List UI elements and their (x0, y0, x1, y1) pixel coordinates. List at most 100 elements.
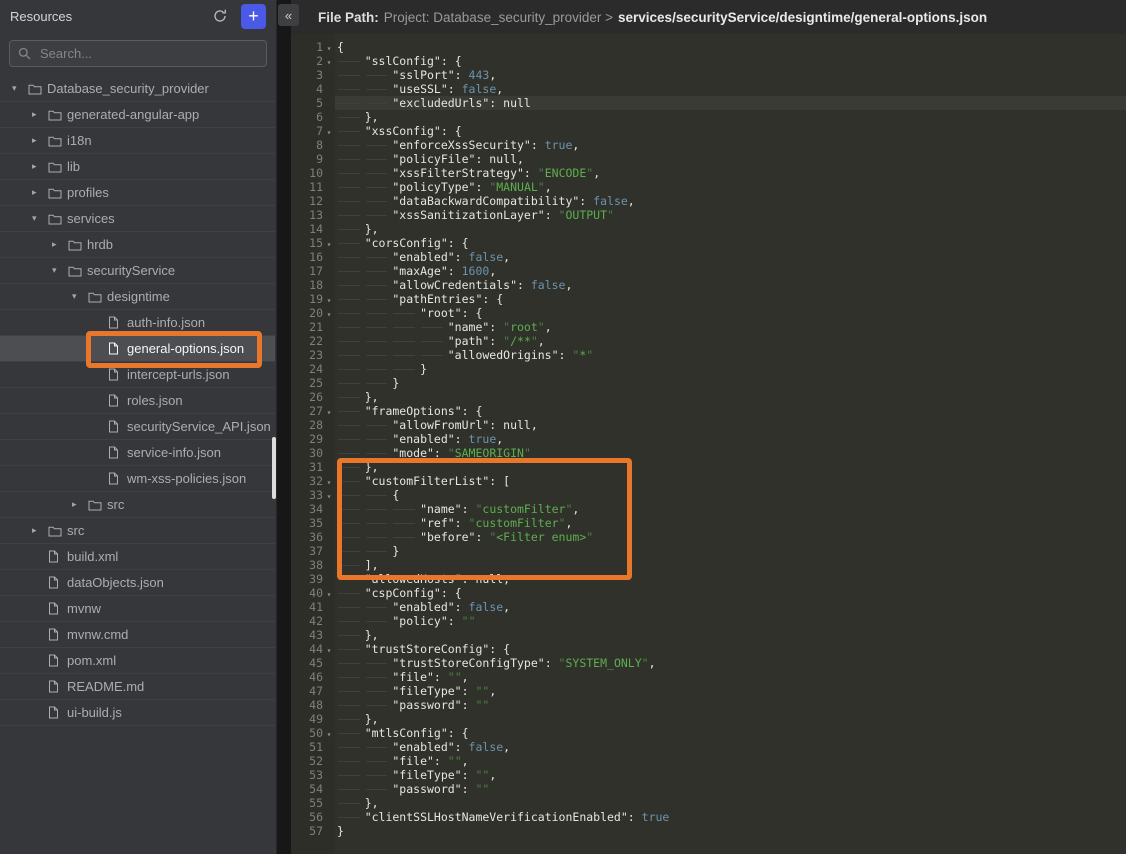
chevron-down-icon[interactable]: ▾ (72, 291, 88, 302)
tree-item-src[interactable]: ▸src (0, 492, 275, 518)
tree-item-mvnw[interactable]: mvnw (0, 596, 275, 622)
tree-item-dataobjects.json[interactable]: dataObjects.json (0, 570, 275, 596)
code-line-43[interactable]: }, (335, 628, 1126, 642)
search-input[interactable] (38, 45, 258, 62)
code-line-24[interactable]: } (335, 362, 1126, 376)
collapse-panel-button[interactable]: « (278, 4, 299, 26)
code-line-54[interactable]: "password": "" (335, 782, 1126, 796)
tree-item-auth-info.json[interactable]: auth-info.json (0, 310, 275, 336)
chevron-down-icon[interactable]: ▾ (12, 83, 28, 94)
tree-item-general-options.json[interactable]: general-options.json (0, 336, 275, 362)
code-line-25[interactable]: } (335, 376, 1126, 390)
code-line-21[interactable]: "name": "root", (335, 320, 1126, 334)
code-line-23[interactable]: "allowedOrigins": "*" (335, 348, 1126, 362)
tree-item-readme.md[interactable]: README.md (0, 674, 275, 700)
code-line-32[interactable]: "customFilterList": [ (335, 474, 1126, 488)
tree-item-designtime[interactable]: ▾designtime (0, 284, 275, 310)
tree-item-roles.json[interactable]: roles.json (0, 388, 275, 414)
code-line-17[interactable]: "maxAge": 1600, (335, 264, 1126, 278)
code-line-40[interactable]: "cspConfig": { (335, 586, 1126, 600)
code-line-45[interactable]: "trustStoreConfigType": "SYSTEM_ONLY", (335, 656, 1126, 670)
code-line-12[interactable]: "dataBackwardCompatibility": false, (335, 194, 1126, 208)
code-line-31[interactable]: }, (335, 460, 1126, 474)
code-line-15[interactable]: "corsConfig": { (335, 236, 1126, 250)
code-line-27[interactable]: "frameOptions": { (335, 404, 1126, 418)
code-line-47[interactable]: "fileType": "", (335, 684, 1126, 698)
tree-item-wm-xss-policies.json[interactable]: wm-xss-policies.json (0, 466, 275, 492)
code-line-19[interactable]: "pathEntries": { (335, 292, 1126, 306)
code-line-33[interactable]: { (335, 488, 1126, 502)
code-line-37[interactable]: } (335, 544, 1126, 558)
code-line-49[interactable]: }, (335, 712, 1126, 726)
code-line-48[interactable]: "password": "" (335, 698, 1126, 712)
tree-item-service-info.json[interactable]: service-info.json (0, 440, 275, 466)
code-line-36[interactable]: "before": "<Filter enum>" (335, 530, 1126, 544)
tree-item-securityservice[interactable]: ▾securityService (0, 258, 275, 284)
code-line-11[interactable]: "policyType": "MANUAL", (335, 180, 1126, 194)
code-line-44[interactable]: "trustStoreConfig": { (335, 642, 1126, 656)
tree-item-profiles[interactable]: ▸profiles (0, 180, 275, 206)
tree-item-lib[interactable]: ▸lib (0, 154, 275, 180)
tree-item-database-security-provider[interactable]: ▾Database_security_provider (0, 76, 275, 102)
tree-item-pom.xml[interactable]: pom.xml (0, 648, 275, 674)
code-line-50[interactable]: "mtlsConfig": { (335, 726, 1126, 740)
tree-item-services[interactable]: ▾services (0, 206, 275, 232)
code-line-22[interactable]: "path": "/**", (335, 334, 1126, 348)
code-line-2[interactable]: "sslConfig": { (335, 54, 1126, 68)
code-line-30[interactable]: "mode": "SAMEORIGIN" (335, 446, 1126, 460)
tree-item-i18n[interactable]: ▸i18n (0, 128, 275, 154)
code-line-1[interactable]: { (335, 40, 1126, 54)
code-line-41[interactable]: "enabled": false, (335, 600, 1126, 614)
code-line-56[interactable]: "clientSSLHostNameVerificationEnabled": … (335, 810, 1126, 824)
code-line-34[interactable]: "name": "customFilter", (335, 502, 1126, 516)
refresh-button[interactable] (208, 4, 232, 28)
code-line-7[interactable]: "xssConfig": { (335, 124, 1126, 138)
code-line-10[interactable]: "xssFilterStrategy": "ENCODE", (335, 166, 1126, 180)
code-line-42[interactable]: "policy": "" (335, 614, 1126, 628)
code-line-3[interactable]: "sslPort": 443, (335, 68, 1126, 82)
code-line-29[interactable]: "enabled": true, (335, 432, 1126, 446)
code-line-9[interactable]: "policyFile": null, (335, 152, 1126, 166)
code-line-53[interactable]: "fileType": "", (335, 768, 1126, 782)
code-line-38[interactable]: ], (335, 558, 1126, 572)
tree-item-securityservice-api.json[interactable]: securityService_API.json (0, 414, 275, 440)
chevron-right-icon[interactable]: ▸ (52, 239, 68, 250)
tree-scrollbar-thumb[interactable] (272, 437, 276, 499)
search-box[interactable] (9, 40, 267, 67)
tree-item-intercept-urls.json[interactable]: intercept-urls.json (0, 362, 275, 388)
code-line-57[interactable]: } (335, 824, 1126, 838)
code-line-4[interactable]: "useSSL": false, (335, 82, 1126, 96)
tree-item-ui-build.js[interactable]: ui-build.js (0, 700, 275, 726)
code-line-8[interactable]: "enforceXssSecurity": true, (335, 138, 1126, 152)
code-line-26[interactable]: }, (335, 390, 1126, 404)
tree-item-build.xml[interactable]: build.xml (0, 544, 275, 570)
chevron-right-icon[interactable]: ▸ (32, 187, 48, 198)
chevron-right-icon[interactable]: ▸ (32, 525, 48, 536)
add-resource-button[interactable]: + (241, 4, 266, 29)
code-line-46[interactable]: "file": "", (335, 670, 1126, 684)
chevron-right-icon[interactable]: ▸ (32, 135, 48, 146)
code-line-14[interactable]: }, (335, 222, 1126, 236)
code-line-51[interactable]: "enabled": false, (335, 740, 1126, 754)
code-line-28[interactable]: "allowFromUrl": null, (335, 418, 1126, 432)
code-line-35[interactable]: "ref": "customFilter", (335, 516, 1126, 530)
code-line-18[interactable]: "allowCredentials": false, (335, 278, 1126, 292)
code-line-16[interactable]: "enabled": false, (335, 250, 1126, 264)
code-line-39[interactable]: "allowedHosts": null, (335, 572, 1126, 586)
code-line-6[interactable]: }, (335, 110, 1126, 124)
chevron-down-icon[interactable]: ▾ (52, 265, 68, 276)
panel-divider[interactable] (277, 0, 291, 854)
code-line-13[interactable]: "xssSanitizationLayer": "OUTPUT" (335, 208, 1126, 222)
code-line-55[interactable]: }, (335, 796, 1126, 810)
code-line-20[interactable]: "root": { (335, 306, 1126, 320)
tree-item-hrdb[interactable]: ▸hrdb (0, 232, 275, 258)
chevron-down-icon[interactable]: ▾ (32, 213, 48, 224)
code-line-52[interactable]: "file": "", (335, 754, 1126, 768)
chevron-right-icon[interactable]: ▸ (32, 161, 48, 172)
tree-item-src[interactable]: ▸src (0, 518, 275, 544)
code-line-5[interactable]: "excludedUrls": null (335, 96, 1126, 110)
chevron-right-icon[interactable]: ▸ (32, 109, 48, 120)
chevron-right-icon[interactable]: ▸ (72, 499, 88, 510)
tree-item-generated-angular-app[interactable]: ▸generated-angular-app (0, 102, 275, 128)
tree-item-mvnw.cmd[interactable]: mvnw.cmd (0, 622, 275, 648)
